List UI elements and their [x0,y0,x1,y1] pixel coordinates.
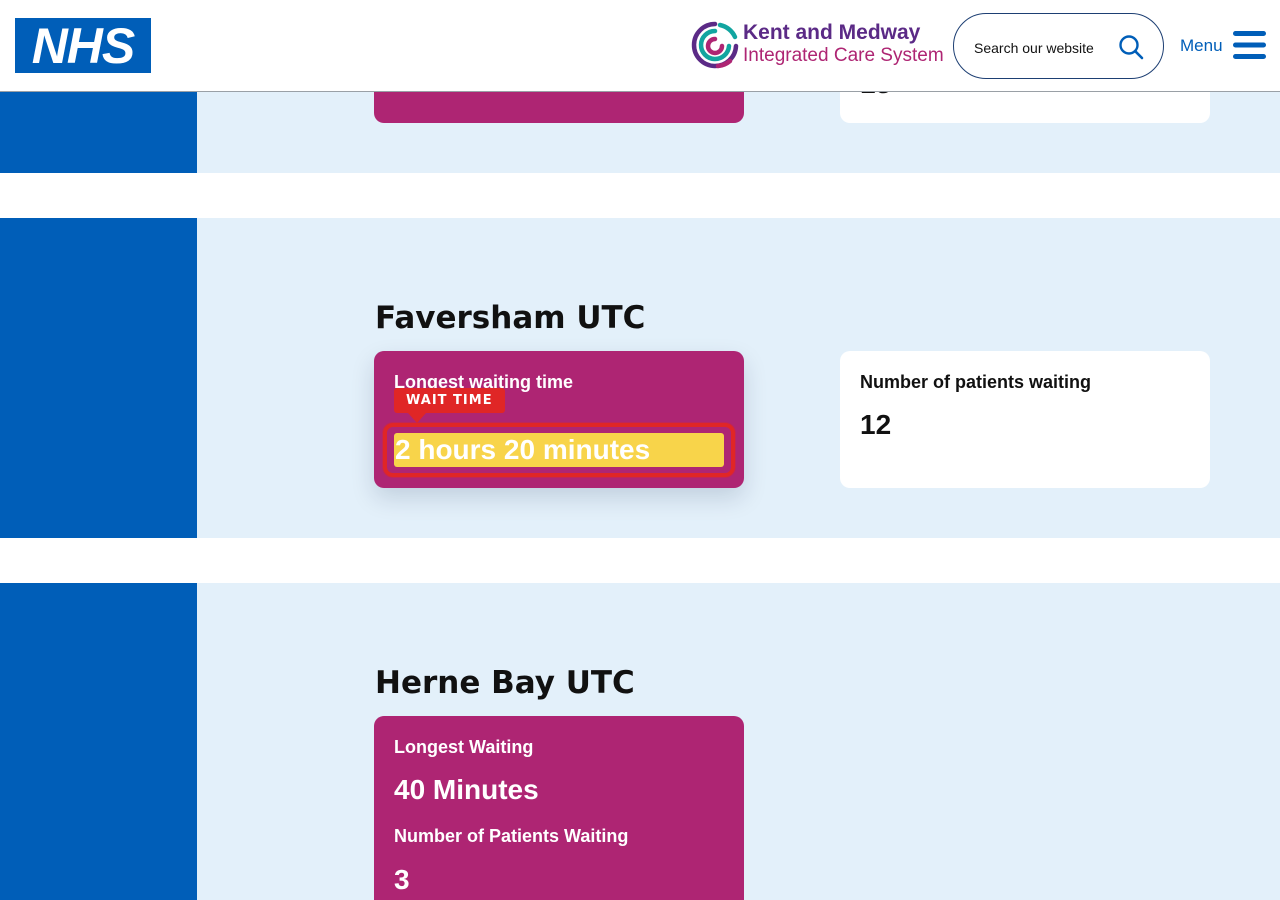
wait-time-value: 2 hours 20 minutes [394,433,724,467]
faversham-utc-section: Faversham UTC Longest waiting time Numbe… [0,218,1280,538]
nhs-logo-text: NHS [31,17,136,74]
menu-button[interactable]: Menu [1180,28,1270,64]
site-header: NHS Kent and Medway Integrated Care Syst… [0,0,1280,92]
wait-time-badge: WAIT TIME [394,388,505,413]
kmics-logo-line2: Integrated Care System [743,45,944,66]
patients-label: Number of patients waiting [860,372,1092,392]
section-title: Faversham UTC [375,300,646,336]
patients-card: Number of patients waiting 12 [840,351,1210,488]
wait-time-label: Longest Waiting [394,737,534,757]
section-title: Herne Bay UTC [375,665,635,701]
kmics-logo-line1: Kent and Medway [743,21,921,44]
section-accent-bar [0,583,197,900]
patients-count: 12 [860,409,892,440]
badge-pointer [408,413,426,423]
kent-medway-ics-logo[interactable]: Kent and Medway Integrated Care System [690,18,944,74]
nhs-logo[interactable]: NHS [15,18,151,73]
patients-label: Number of Patients Waiting [394,826,629,846]
herne-bay-utc-section: Herne Bay UTC Longest Waiting 40 Minutes… [0,583,1280,900]
utc-summary-card: Longest Waiting 40 Minutes Number of Pat… [374,716,744,900]
search-icon[interactable] [1118,34,1144,60]
section-accent-bar [0,218,197,538]
search-placeholder: Search our website [974,40,1094,56]
hamburger-icon [1233,31,1266,59]
patients-count: 3 [394,864,410,895]
wait-time-value: 40 Minutes [394,774,539,805]
kmics-swirl-icon [691,21,739,69]
search-input[interactable]: Search our website [953,13,1164,79]
menu-label: Menu [1180,36,1223,55]
